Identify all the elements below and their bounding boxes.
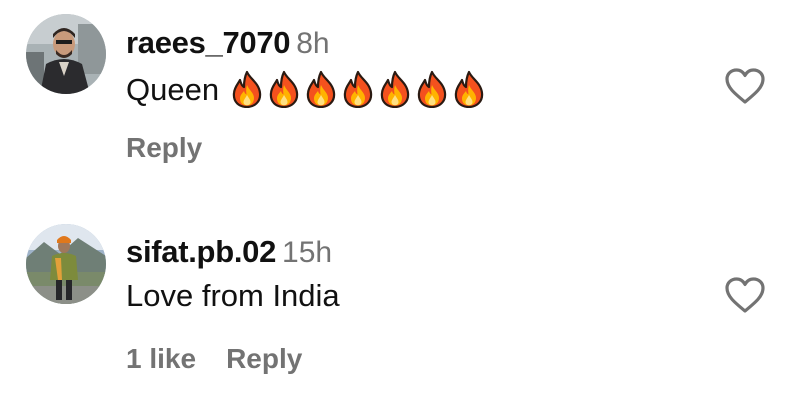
comment-text: Queen [126, 70, 488, 113]
fire-emoji [229, 70, 266, 113]
reply-button[interactable]: Reply [226, 343, 302, 374]
emoji-row [229, 70, 488, 113]
comment-item: sifat.pb.02 15h Love from India 1 like Rep… [0, 200, 788, 408]
fire-emoji [414, 70, 451, 113]
fire-emoji [303, 70, 340, 113]
comment-header: sifat.pb.02 15h [126, 236, 332, 268]
comment-text-value: Queen [126, 72, 220, 107]
like-heart-icon[interactable] [724, 67, 766, 105]
timestamp: 15h [282, 236, 333, 269]
comment-actions: Reply [126, 134, 202, 162]
fire-emoji [266, 70, 303, 113]
comment-header: raees_7070 8h [126, 27, 330, 59]
fire-emoji [340, 70, 377, 113]
avatar[interactable] [26, 14, 106, 94]
username[interactable]: sifat.pb.02 [126, 234, 276, 269]
fire-emoji [451, 70, 488, 113]
comment-actions: 1 like Reply [126, 345, 302, 373]
likes-count-button[interactable]: 1 like [126, 343, 196, 374]
reply-button[interactable]: Reply [126, 132, 202, 163]
comment-item: raees_7070 8h Queen Reply [0, 0, 788, 200]
avatar[interactable] [26, 224, 106, 304]
like-heart-icon[interactable] [724, 276, 766, 314]
comment-text-value: Love from India [126, 278, 340, 313]
timestamp: 8h [296, 27, 330, 60]
fire-emoji [377, 70, 414, 113]
username[interactable]: raees_7070 [126, 25, 291, 60]
comment-text: Love from India [126, 280, 340, 311]
